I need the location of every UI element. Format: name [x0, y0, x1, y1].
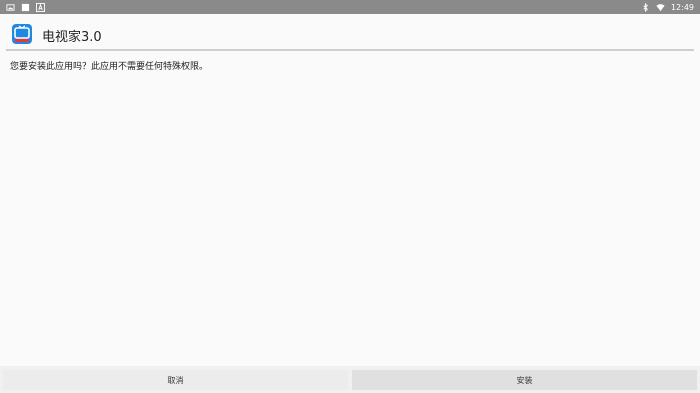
a-icon — [36, 2, 45, 12]
app-name: 电视家3.0 — [42, 30, 102, 45]
install-message: 您要安装此应用吗？此应用不需要任何特殊权限。 — [10, 62, 209, 72]
square-icon — [21, 3, 30, 11]
wifi-icon — [656, 3, 665, 11]
bluetooth-icon — [643, 2, 648, 12]
install-button[interactable]: 安装 — [352, 370, 697, 390]
button-bar: 取消 安装 — [0, 366, 700, 393]
status-left-icons — [6, 1, 45, 13]
clock: 12:49 — [670, 2, 694, 12]
cancel-button[interactable]: 取消 — [3, 370, 348, 390]
status-bar: 12:49 — [0, 0, 700, 14]
status-right: 12:49 — [641, 1, 694, 13]
header-divider — [6, 49, 694, 51]
tv-app-icon — [12, 24, 32, 44]
photo-icon — [6, 3, 15, 11]
app-header: 电视家3.0 — [0, 14, 700, 50]
